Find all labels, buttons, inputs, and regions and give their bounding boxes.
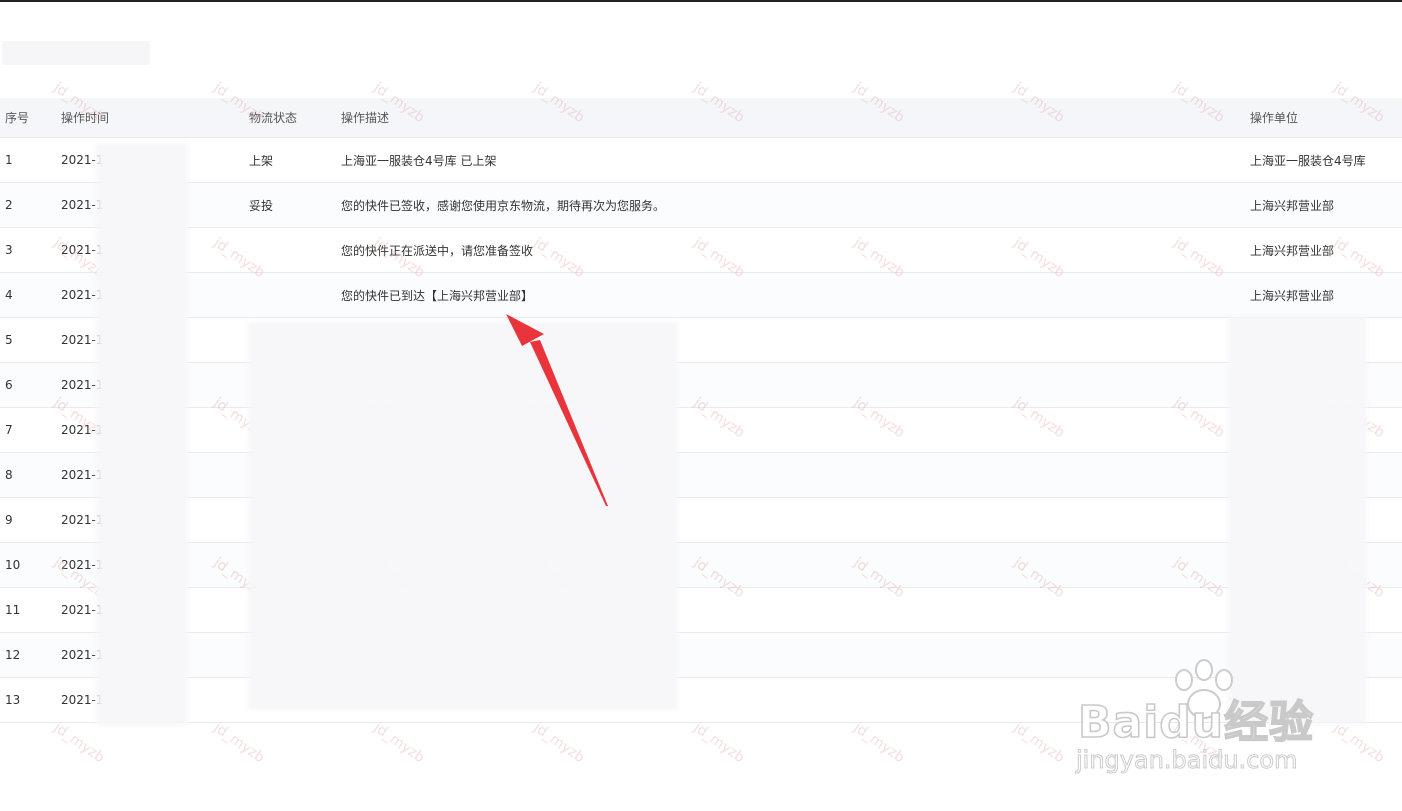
table-row: 3 2021-1 您的快件正在派送中，请您准备签收 上海兴邦营业部 xyxy=(0,228,1402,273)
cell-index: 13 xyxy=(5,693,21,707)
cell-unit: 上海亚一服装仓4号库 xyxy=(1250,153,1366,168)
cell-index: 7 xyxy=(5,423,13,437)
cell-index: 11 xyxy=(5,603,21,617)
watermark-text: jd_myzb xyxy=(1010,719,1068,767)
header-status: 物流状态 xyxy=(249,111,298,125)
table-row: 10 2021-1 xyxy=(0,543,1402,588)
header-unit: 操作单位 xyxy=(1250,111,1299,125)
table-body: 1 2021-1 上架 上海亚一服装仓4号库 已上架 上海亚一服装仓4号库 2 2021-1… xyxy=(0,138,1402,723)
watermark-text: jd_myzb xyxy=(370,719,428,767)
cell-index: 2 xyxy=(5,198,13,212)
cell-status: 上架 xyxy=(249,153,274,168)
cell-description: 您的快件已签收，感谢您使用京东物流，期待再次为您服务。 xyxy=(341,198,666,213)
table-row: 8 2021-1 xyxy=(0,453,1402,498)
cell-index: 8 xyxy=(5,468,13,482)
baidu-jingyan-logo: Baidu经验 jingyan.baidu.com xyxy=(1070,658,1340,788)
table-row: 7 2021-1 xyxy=(0,408,1402,453)
red-arrow-annotation xyxy=(506,314,608,506)
cell-index: 12 xyxy=(5,648,21,662)
cell-unit: 上海兴邦营业部 xyxy=(1250,198,1335,213)
baidu-url-text: jingyan.baidu.com xyxy=(1075,746,1298,775)
table-row: 5 2021-1 xyxy=(0,318,1402,363)
cell-index: 10 xyxy=(5,558,21,572)
watermark-text: jd_myzb xyxy=(850,719,908,767)
title-placeholder-redacted xyxy=(2,41,150,65)
header-time: 操作时间 xyxy=(61,111,110,125)
cell-index: 5 xyxy=(5,333,13,347)
table-row: 2 2021-1 妥投 您的快件已签收，感谢您使用京东物流，期待再次为您服务。 上海兴邦… xyxy=(0,183,1402,228)
table-header: 序号 操作时间 物流状态 操作描述 操作单位 xyxy=(0,98,1402,138)
cell-index: 3 xyxy=(5,243,13,257)
cell-unit: 上海兴邦营业部 xyxy=(1250,243,1335,258)
watermark-text: jd_myzb xyxy=(530,719,588,767)
watermark-text: jd_myzb xyxy=(210,719,268,767)
table-row: 9 2021-1 xyxy=(0,498,1402,543)
redacted-time-column xyxy=(96,143,188,725)
baidu-brand-text: Baidu经验 xyxy=(1077,696,1315,749)
header-index: 序号 xyxy=(5,111,30,125)
table-row: 4 2021-1 您的快件已到达【上海兴邦营业部】 上海兴邦营业部 xyxy=(0,273,1402,318)
table-row: 6 2021-1 xyxy=(0,363,1402,408)
watermark-text: jd_myzb xyxy=(50,719,108,767)
cell-index: 6 xyxy=(5,378,13,392)
cell-description: 上海亚一服装仓4号库 已上架 xyxy=(341,153,497,168)
top-border xyxy=(0,0,1402,2)
header-description: 操作描述 xyxy=(341,111,390,125)
cell-index: 1 xyxy=(5,153,13,167)
table-row: 11 2021-1 xyxy=(0,588,1402,633)
table-row: 1 2021-1 上架 上海亚一服装仓4号库 已上架 上海亚一服装仓4号库 xyxy=(0,138,1402,183)
logistics-table: 序号 操作时间 物流状态 操作描述 操作单位 1 2021-1 上架 上海亚一服装仓4… xyxy=(0,98,1402,723)
cell-status: 妥投 xyxy=(249,198,274,213)
cell-index: 4 xyxy=(5,288,13,302)
cell-unit: 上海兴邦营业部 xyxy=(1250,288,1335,303)
cell-description: 您的快件正在派送中，请您准备签收 xyxy=(341,243,534,258)
cell-index: 9 xyxy=(5,513,13,527)
watermark-text: jd_myzb xyxy=(690,719,748,767)
